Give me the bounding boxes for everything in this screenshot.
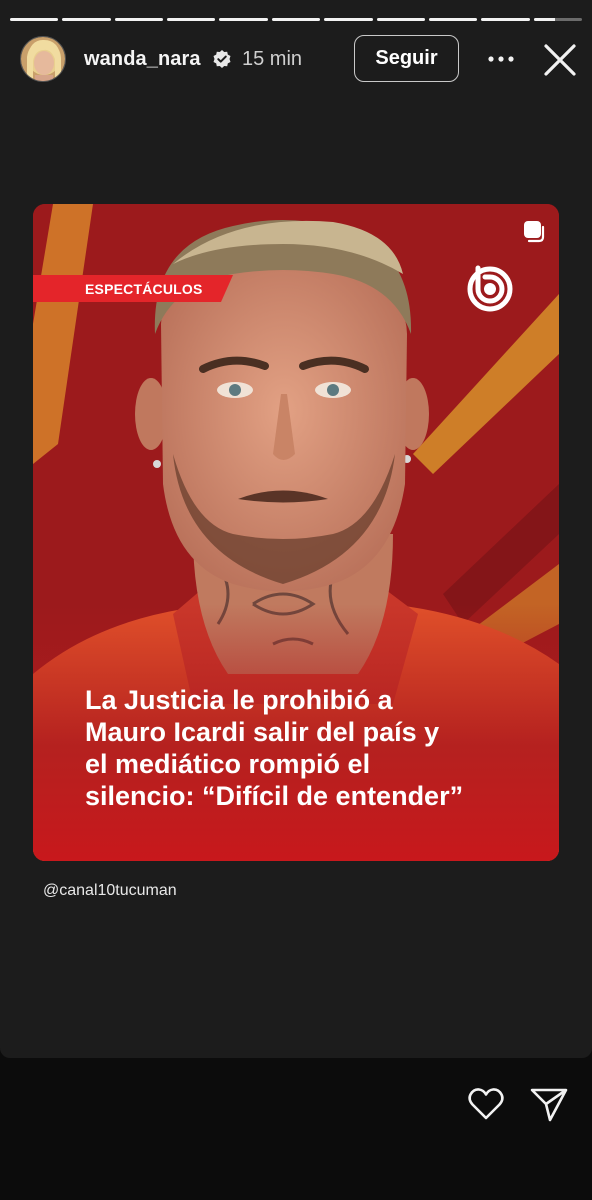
heart-icon[interactable] <box>466 1084 506 1124</box>
progress-segment-fill <box>114 18 164 21</box>
headline-line: silencio: “Difícil de entender” <box>85 781 464 811</box>
avatar-image <box>21 37 65 81</box>
progress-segment <box>428 18 478 21</box>
send-icon[interactable] <box>528 1084 570 1124</box>
progress-segment <box>481 18 530 21</box>
post-headline: La Justicia le prohibió a Mauro Icardi s… <box>85 684 545 812</box>
progress-segment <box>114 18 164 21</box>
progress-segment <box>324 18 373 21</box>
verified-badge-icon <box>213 50 231 68</box>
story-progress-bar <box>10 18 582 22</box>
more-options-icon <box>488 56 514 62</box>
close-icon[interactable] <box>540 40 580 80</box>
progress-segment <box>376 18 425 21</box>
progress-segment <box>62 18 111 21</box>
progress-segment-fill <box>428 18 478 21</box>
post-time: 15 min <box>242 48 303 70</box>
follow-button[interactable]: Seguir <box>354 35 459 82</box>
progress-segment-fill <box>62 18 111 21</box>
progress-segment-fill <box>219 18 268 21</box>
story-frame[interactable]: wanda_nara 15 min Seguir ESPECTÁCULOS La… <box>0 0 592 1058</box>
headline-line: La Justicia le prohibió a <box>85 685 393 715</box>
progress-segment-fill <box>271 18 321 21</box>
progress-segment <box>167 18 216 21</box>
story-footer <box>0 1058 592 1200</box>
channel-logo-icon <box>467 265 513 312</box>
progress-segment <box>271 18 321 21</box>
progress-segment-fill <box>533 18 556 21</box>
shared-post-card[interactable]: ESPECTÁCULOS La Justicia le prohibió a M… <box>33 204 559 861</box>
progress-segment <box>10 18 59 21</box>
headline-line: el mediático rompió el <box>85 749 371 779</box>
profile-avatar[interactable] <box>20 36 66 82</box>
headline-line: Mauro Icardi salir del país y <box>85 717 440 747</box>
username[interactable]: wanda_nara <box>84 48 201 71</box>
progress-segment <box>533 18 582 21</box>
progress-segment-fill <box>324 18 373 21</box>
category-tag: ESPECTÁCULOS <box>33 275 233 302</box>
story-header: wanda_nara 15 min Seguir <box>0 34 592 84</box>
multiple-posts-icon <box>524 221 545 243</box>
progress-segment-fill <box>376 18 425 21</box>
more-options-button[interactable] <box>484 46 518 72</box>
progress-segment-fill <box>10 18 59 21</box>
progress-segment-fill <box>167 18 216 21</box>
mention-link[interactable]: @canal10tucuman <box>43 882 177 900</box>
progress-segment <box>219 18 268 21</box>
progress-segment-fill <box>481 18 530 21</box>
